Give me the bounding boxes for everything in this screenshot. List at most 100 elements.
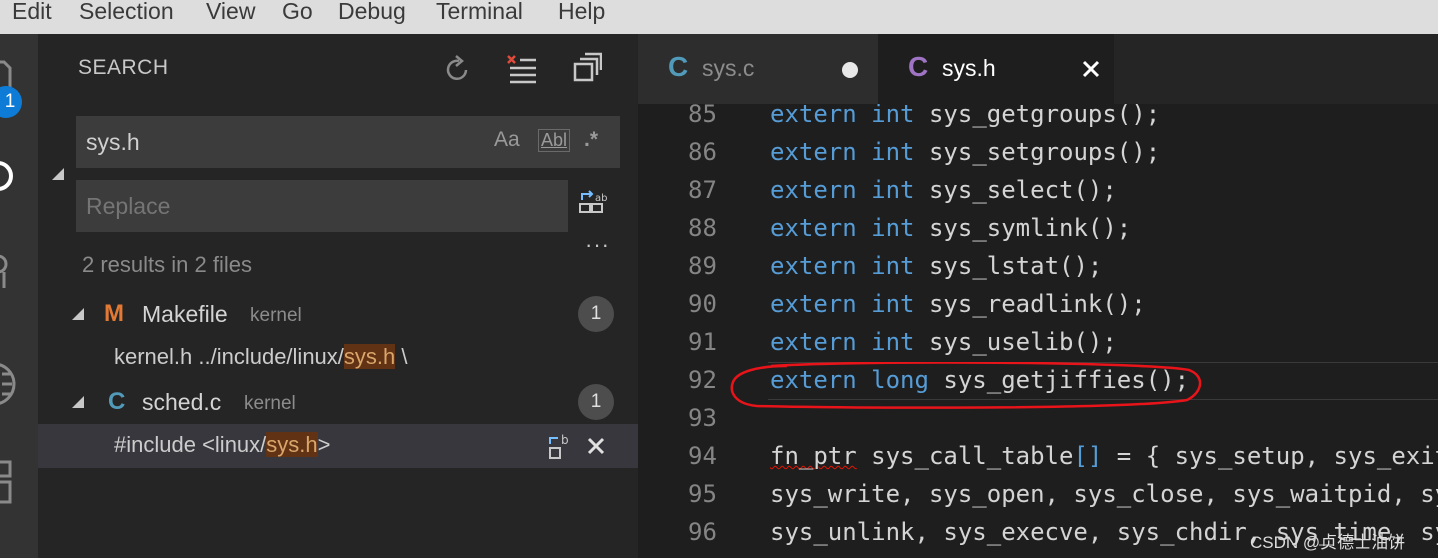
line-number: 85 bbox=[688, 104, 717, 128]
panel-title: SEARCH bbox=[78, 56, 169, 79]
expand-arrow-icon[interactable] bbox=[72, 308, 84, 320]
menu-view[interactable]: View bbox=[206, 0, 255, 23]
tab-label: sys.h bbox=[942, 55, 996, 81]
source-control-icon[interactable] bbox=[0, 248, 38, 292]
activity-bar: 1 bbox=[0, 34, 38, 558]
code-line: 88 extern int sys_symlink(); bbox=[638, 214, 1438, 252]
code-text: extern int sys_setgroups(); bbox=[770, 138, 1160, 166]
match-line: kernel.h ../include/linux/sys.h \ bbox=[114, 344, 408, 370]
keyword: int bbox=[871, 214, 915, 242]
c-file-icon: C bbox=[108, 388, 126, 415]
file-directory: kernel bbox=[250, 305, 302, 326]
results-summary: 2 results in 2 files bbox=[82, 252, 252, 277]
search-input[interactable] bbox=[86, 126, 466, 158]
search-icon[interactable] bbox=[0, 156, 38, 200]
expand-arrow-icon[interactable] bbox=[72, 396, 84, 408]
replace-input[interactable] bbox=[86, 190, 546, 222]
code-text: extern int sys_getgroups(); bbox=[770, 104, 1160, 128]
code-rest: sys_lstat(); bbox=[928, 252, 1103, 280]
more-actions-icon[interactable]: ··· bbox=[585, 232, 610, 258]
line-number: 95 bbox=[688, 480, 717, 508]
extensions-icon[interactable] bbox=[0, 458, 38, 508]
code-editor[interactable]: 85 extern int sys_getgroups(); 86 extern in… bbox=[638, 104, 1438, 558]
match-suffix: > bbox=[317, 432, 331, 457]
keyword: int bbox=[871, 290, 915, 318]
replace-all-icon[interactable]: ab bbox=[578, 190, 608, 222]
code-line: 86 extern int sys_setgroups(); bbox=[638, 138, 1438, 176]
line-number: 86 bbox=[688, 138, 717, 166]
file-name: sched.c bbox=[142, 389, 222, 415]
search-panel: SEARCH Aa Abl .* ab ··· 2 results in 2 f… bbox=[38, 34, 638, 558]
code-text: sys_write, sys_open, sys_close, sys_wait… bbox=[770, 480, 1438, 508]
code-rest: sys_select(); bbox=[928, 176, 1117, 204]
keyword: int bbox=[871, 252, 915, 280]
line-number: 89 bbox=[688, 252, 717, 280]
svg-text:ab: ab bbox=[595, 193, 607, 204]
code-rest: sys_readlink(); bbox=[928, 290, 1146, 318]
code-rest: sys_uselib(); bbox=[928, 328, 1117, 356]
match-line: #include <linux/sys.h> bbox=[114, 432, 331, 458]
match-case-icon[interactable]: Aa bbox=[494, 128, 520, 152]
match-suffix: \ bbox=[395, 344, 408, 369]
keyword: int bbox=[871, 138, 915, 166]
menu-debug[interactable]: Debug bbox=[338, 0, 406, 23]
toggle-replace-icon[interactable] bbox=[52, 168, 64, 180]
line-number: 90 bbox=[688, 290, 717, 318]
result-file-makefile[interactable]: M Makefile kernel 1 bbox=[38, 292, 638, 336]
menu-selection[interactable]: Selection bbox=[79, 0, 174, 23]
file-name: Makefile bbox=[142, 301, 228, 327]
code-line: 95 sys_write, sys_open, sys_close, sys_wa… bbox=[638, 480, 1438, 518]
code-rest: sys_write, sys_open, sys_close, sys_wait… bbox=[770, 480, 1438, 508]
code-text: extern int sys_lstat(); bbox=[770, 252, 1102, 280]
file-directory: kernel bbox=[244, 393, 296, 414]
regex-icon[interactable]: .* bbox=[584, 128, 598, 152]
keyword: extern bbox=[770, 104, 857, 128]
match-highlight: sys.h bbox=[343, 344, 396, 369]
tab-label: sys.c bbox=[702, 55, 755, 81]
debug-icon[interactable] bbox=[0, 356, 38, 410]
code-rest: sys_getgroups(); bbox=[928, 104, 1161, 128]
line-number: 88 bbox=[688, 214, 717, 242]
code-line: 87 extern int sys_select(); bbox=[638, 176, 1438, 214]
replace-box bbox=[76, 180, 568, 232]
menu-go[interactable]: Go bbox=[282, 0, 313, 23]
tab-bar: C sys.c C sys.h bbox=[638, 34, 1438, 104]
match-count-badge: 1 bbox=[578, 296, 614, 332]
menu-help[interactable]: Help bbox=[558, 0, 605, 23]
code-line: 94 fn_ptr sys_call_table[] = { sys_setup,… bbox=[638, 442, 1438, 480]
line-number: 96 bbox=[688, 518, 717, 546]
collapse-all-icon[interactable] bbox=[572, 52, 602, 86]
tab-sys-c[interactable]: C sys.c bbox=[638, 34, 878, 104]
keyword: extern bbox=[770, 328, 857, 356]
clear-results-icon[interactable] bbox=[506, 52, 538, 86]
menu-edit[interactable]: Edit bbox=[12, 0, 52, 23]
match-count-badge: 1 bbox=[578, 384, 614, 420]
svg-text:b: b bbox=[561, 433, 569, 447]
result-match-row-selected[interactable]: #include <linux/sys.h> b bbox=[38, 424, 638, 468]
refresh-icon[interactable] bbox=[444, 52, 472, 86]
keyword: extern bbox=[770, 176, 857, 204]
makefile-icon: M bbox=[104, 300, 124, 327]
keyword: int bbox=[871, 176, 915, 204]
line-number: 92 bbox=[688, 366, 717, 394]
close-icon[interactable] bbox=[1082, 60, 1100, 78]
code-line: 85 extern int sys_getgroups(); bbox=[638, 104, 1438, 138]
code-text: extern int sys_readlink(); bbox=[770, 290, 1146, 318]
dismiss-icon[interactable] bbox=[586, 436, 606, 456]
search-box: Aa Abl .* bbox=[76, 116, 620, 168]
keyword: extern bbox=[770, 138, 857, 166]
code-text: extern int sys_select(); bbox=[770, 176, 1117, 204]
match-whole-word-icon[interactable]: Abl bbox=[538, 129, 571, 152]
line-number: 94 bbox=[688, 442, 717, 470]
code-line: 90 extern int sys_readlink(); bbox=[638, 290, 1438, 328]
replace-icon[interactable]: b bbox=[546, 432, 574, 462]
result-match-row[interactable]: kernel.h ../include/linux/sys.h \ bbox=[38, 336, 638, 380]
keyword: int bbox=[871, 104, 915, 128]
menu-terminal[interactable]: Terminal bbox=[436, 0, 523, 23]
c-header-icon: C bbox=[908, 51, 929, 82]
line-number: 91 bbox=[688, 328, 717, 356]
tab-sys-h[interactable]: C sys.h bbox=[878, 34, 1114, 104]
unsaved-dot-icon[interactable] bbox=[842, 62, 858, 78]
annotation-circle bbox=[730, 362, 1202, 409]
result-file-sched-c[interactable]: C sched.c kernel 1 bbox=[38, 380, 638, 424]
